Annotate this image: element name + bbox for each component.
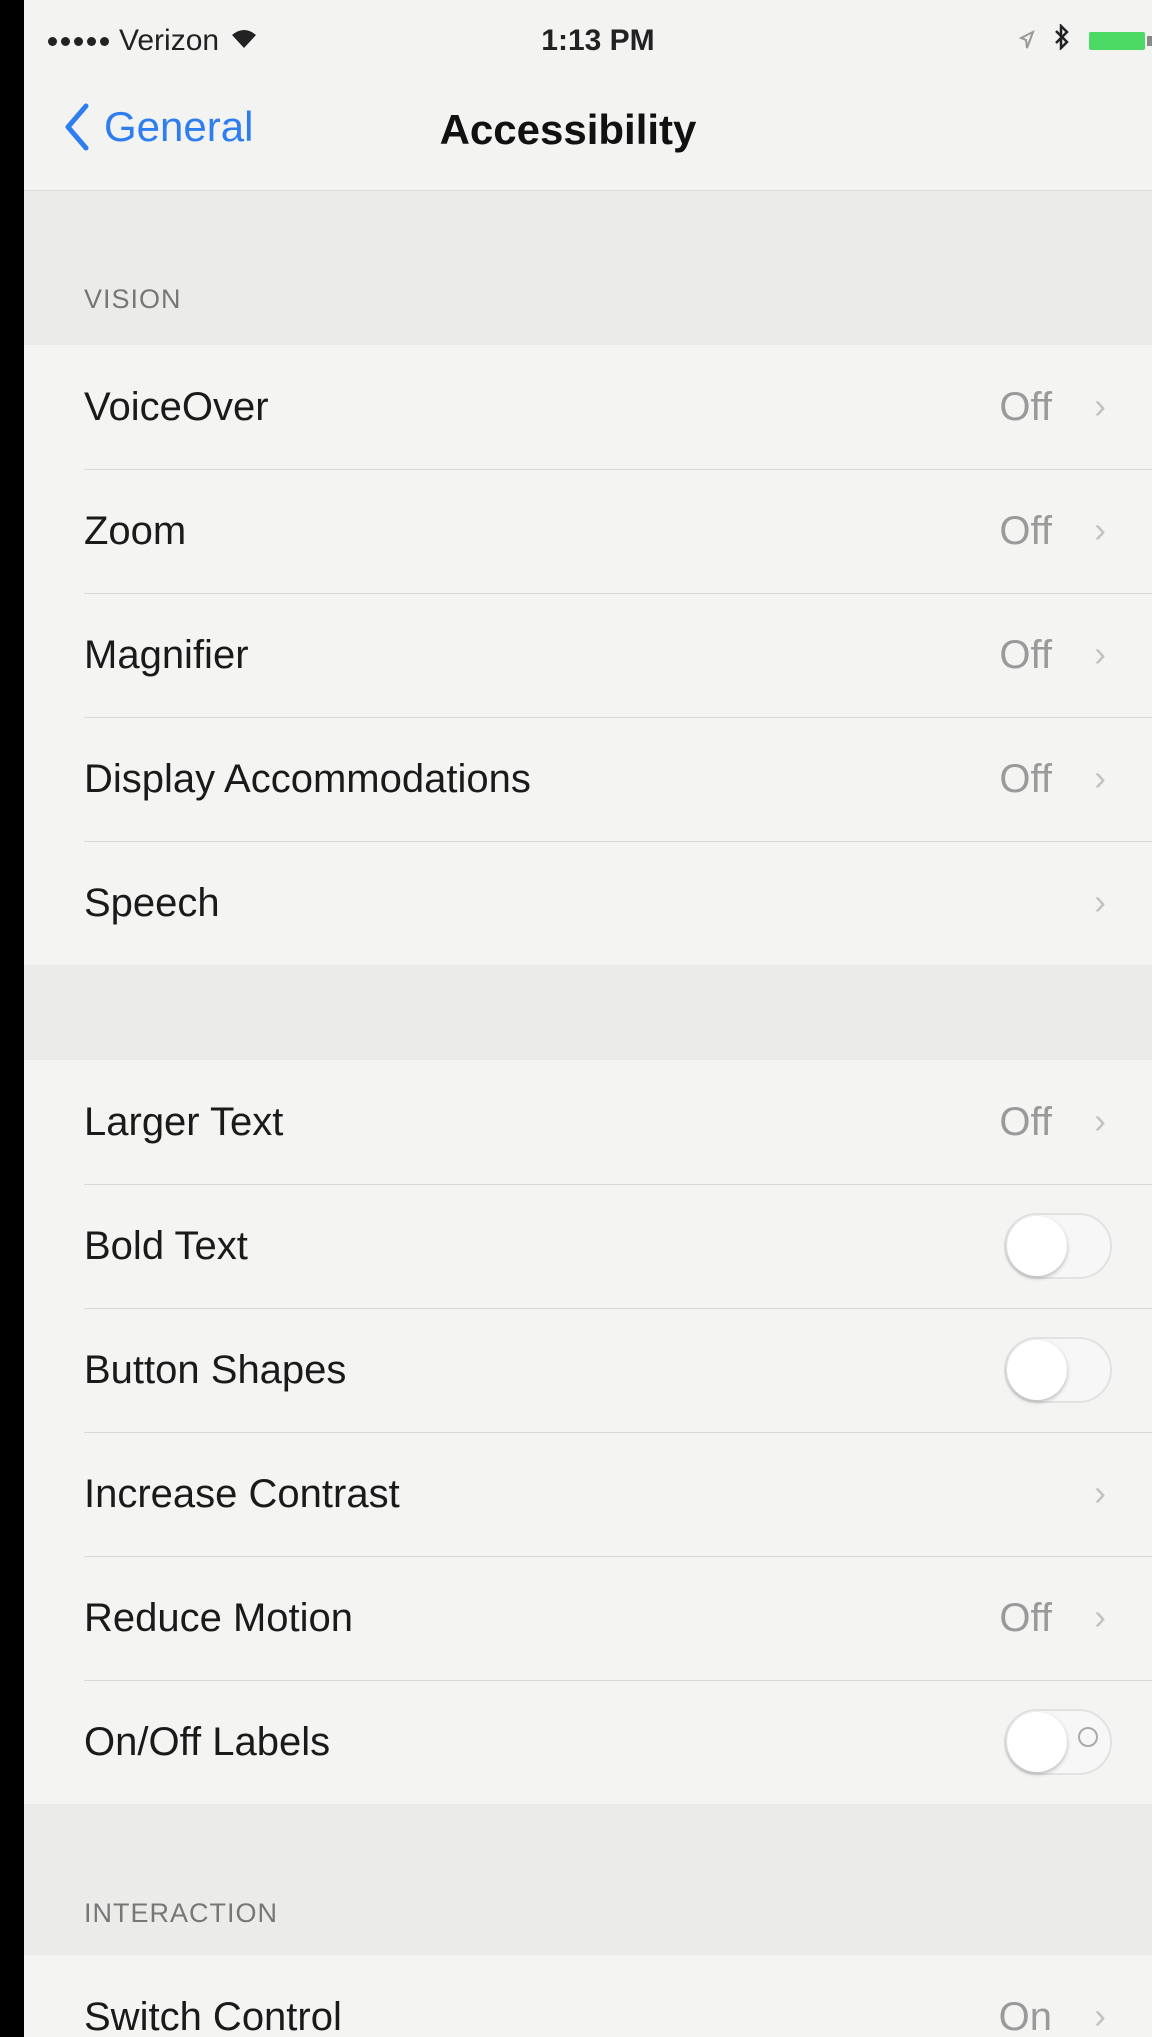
row-value: Off [999,1099,1052,1144]
chevron-right-icon: › [1094,1596,1106,1637]
row-increase-contrast[interactable]: Increase Contrast › [24,1432,1152,1556]
bluetooth-icon [1053,22,1071,58]
row-zoom[interactable]: Zoom Off › [24,469,1152,593]
row-label: Switch Control [84,1994,342,2037]
status-bar: Verizon 1:13 PM [24,0,1152,80]
navigation-bar: General Accessibility [24,80,1152,191]
moon-icon [981,24,1001,58]
row-value: On [998,1994,1052,2037]
onoff-labels-toggle[interactable] [1004,1709,1112,1775]
row-onoff-labels: On/Off Labels [24,1680,1152,1804]
chevron-right-icon: › [1094,509,1106,550]
row-reduce-motion[interactable]: Reduce Motion Off › [24,1556,1152,1680]
row-label: Display Accommodations [84,756,531,801]
row-label: On/Off Labels [84,1719,331,1764]
chevron-right-icon: › [1094,881,1106,922]
row-label: Bold Text [84,1223,248,1268]
page-title: Accessibility [439,106,697,153]
chevron-right-icon: › [1094,385,1106,426]
vision-group: VoiceOver Off › Zoom Off › Magnifier Off… [24,345,1152,965]
chevron-right-icon: › [1094,1100,1106,1141]
row-button-shapes: Button Shapes [24,1308,1152,1432]
section-header-vision: VISION [84,284,182,314]
display-group: Larger Text Off › Bold Text Button Shape… [24,1060,1152,1804]
row-label: Magnifier [84,632,249,677]
row-label: Larger Text [84,1099,284,1144]
battery-icon [1089,32,1152,50]
row-value: Off [999,632,1052,677]
row-value: Off [999,508,1052,553]
row-label: Reduce Motion [84,1595,354,1640]
row-label: Button Shapes [84,1347,347,1392]
row-label: VoiceOver [84,384,269,429]
section-header-interaction: INTERACTION [84,1898,279,1928]
chevron-right-icon: › [1094,1472,1106,1513]
row-larger-text[interactable]: Larger Text Off › [24,1060,1152,1184]
row-switch-control[interactable]: Switch Control On › [24,1955,1152,2037]
chevron-right-icon: › [1094,1995,1106,2036]
row-label: Zoom [84,508,187,553]
row-speech[interactable]: Speech › [24,841,1152,965]
chevron-right-icon: › [1094,633,1106,674]
row-value: Off [999,1595,1052,1640]
bold-text-toggle[interactable] [1004,1213,1112,1279]
interaction-group: Switch Control On › [24,1955,1152,2037]
screen: Verizon 1:13 PM General Accessibility VI… [24,0,1152,2037]
row-value: Off [999,756,1052,801]
chevron-right-icon: › [1094,757,1106,798]
row-bold-text: Bold Text [24,1184,1152,1308]
row-label: Speech [84,880,220,925]
row-label: Increase Contrast [84,1471,400,1516]
row-display-accommodations[interactable]: Display Accommodations Off › [24,717,1152,841]
location-icon [1018,24,1035,58]
status-icons [981,22,1152,58]
row-value: Off [999,384,1052,429]
row-magnifier[interactable]: Magnifier Off › [24,593,1152,717]
row-voiceover[interactable]: VoiceOver Off › [24,345,1152,469]
off-indicator-icon [1078,1727,1098,1747]
button-shapes-toggle[interactable] [1004,1337,1112,1403]
